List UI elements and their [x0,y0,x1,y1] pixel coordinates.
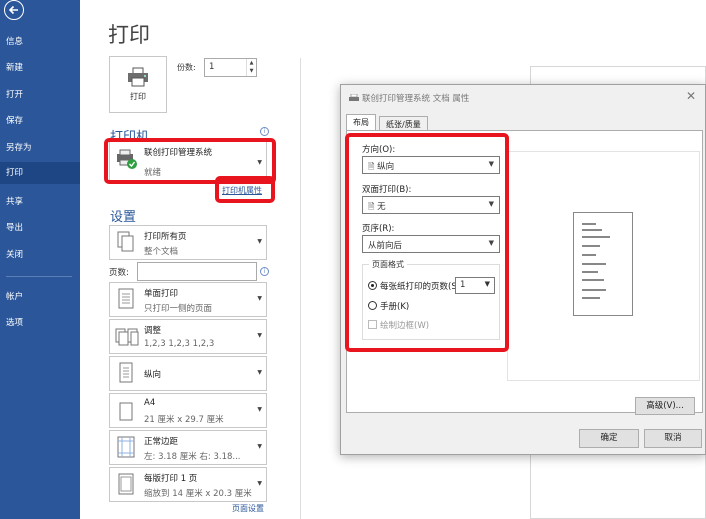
nav-item-share[interactable]: 共享 [0,191,80,213]
sides-main: 单面打印 [144,289,179,299]
orientation-main: 纵向 [144,370,162,380]
copies-value: 1 [209,62,215,72]
sides-sub: 只打印一侧的页面 [144,304,213,314]
collate-sub: 1,2,3 1,2,3 1,2,3 [144,339,215,349]
preview-line [582,236,610,238]
paper-size-sub: 21 厘米 x 29.7 厘米 [144,415,224,425]
info-icon[interactable]: i [260,127,269,136]
chevron-down-icon: ▼ [257,406,262,413]
backstage-nav: 信息 新建 打开 保存 另存为 打印 共享 导出 关闭 帐户 选项 [0,0,80,519]
copies-label: 份数: [177,63,196,72]
printer-icon [349,93,359,101]
settings-heading: 设置 [110,210,137,225]
chevron-down-icon: ▼ [257,295,262,302]
back-button[interactable] [4,0,24,20]
print-range-select[interactable]: 打印所有页 整个文档 ▼ [109,225,267,260]
nav-item-account[interactable]: 帐户 [0,286,80,308]
pages-per-sheet-select[interactable]: 每版打印 1 页 缩放到 14 厘米 x 20.3 厘米 ▼ [109,467,267,502]
paper-size-select[interactable]: A4 21 厘米 x 29.7 厘米 ▼ [109,393,267,428]
nav-divider [6,276,72,277]
tab-paper-quality[interactable]: 纸张/质量 [379,116,428,131]
cancel-button[interactable]: 取消 [644,429,702,448]
nav-item-close[interactable]: 关闭 [0,244,80,266]
pages-icon [117,231,134,252]
single-sided-icon [118,288,134,309]
highlight-dialog-fields [345,133,509,352]
dialog-title: 联创打印管理系统 文档 属性 [362,94,470,104]
printer-icon [128,67,148,87]
page-title: 打印 [108,23,150,47]
preview-line [582,245,600,247]
preview-line [582,263,606,265]
pages-input[interactable] [137,262,257,281]
highlight-printer-properties [215,176,275,203]
preview-line [582,229,602,231]
nav-item-save[interactable]: 保存 [0,110,80,132]
preview-line [582,297,600,299]
preview-line [582,223,596,225]
print-range-sub: 整个文档 [144,247,179,257]
pages-label: 页数: [109,268,129,278]
page-setup-link[interactable]: 页面设置 [232,503,264,514]
print-range-main: 打印所有页 [144,232,187,242]
nav-item-save-as[interactable]: 另存为 [0,137,80,159]
collate-main: 调整 [144,326,162,336]
chevron-down-icon: ▼ [257,443,262,450]
paper-icon [119,402,133,421]
preview-line [582,254,596,256]
chevron-down-icon: ▼ [257,238,262,245]
nav-item-new[interactable]: 新建 [0,57,80,79]
print-button-label: 打印 [130,92,146,101]
nav-item-options[interactable]: 选项 [0,312,80,334]
nav-item-export[interactable]: 导出 [0,217,80,239]
ok-button[interactable]: 确定 [579,429,639,448]
print-button[interactable]: 打印 [109,56,167,113]
margins-select[interactable]: 正常边距 左: 3.18 厘米 右: 3.18... ▼ [109,430,267,465]
margins-icon [117,436,135,458]
margins-sub: 左: 3.18 厘米 右: 3.18... [144,452,241,462]
collate-select[interactable]: 调整 1,2,3 1,2,3 1,2,3 ▼ [109,319,267,354]
preview-line [582,289,606,291]
pane-divider [300,58,301,519]
pages-per-sheet-sub: 缩放到 14 厘米 x 20.3 厘米 [144,489,252,499]
orientation-select[interactable]: 纵向 ▼ [109,356,267,391]
copies-input[interactable]: 1 ▲ ▼ [204,58,257,77]
layout-preview [507,151,700,381]
nav-item-info[interactable]: 信息 [0,31,80,53]
preview-line [582,271,598,273]
chevron-down-icon: ▼ [257,480,262,487]
pages-per-sheet-icon [118,473,134,495]
paper-size-main: A4 [144,398,156,408]
sides-select[interactable]: 单面打印 只打印一侧的页面 ▼ [109,282,267,317]
arrow-left-icon [8,5,18,15]
info-icon[interactable]: i [260,267,269,276]
margins-main: 正常边距 [144,437,179,447]
portrait-icon [119,362,133,383]
nav-item-print[interactable]: 打印 [0,162,80,184]
pages-per-sheet-main: 每版打印 1 页 [144,474,198,484]
close-icon[interactable]: ✕ [686,89,696,103]
nav-item-open[interactable]: 打开 [0,84,80,106]
layout-preview-page [573,212,633,316]
copies-spinner[interactable]: ▲ ▼ [246,59,256,76]
tab-layout[interactable]: 布局 [346,114,376,131]
collate-icon [115,328,139,346]
dialog-title-bar: 联创打印管理系统 文档 属性 [349,92,469,104]
chevron-down-icon: ▼ [257,332,262,339]
chevron-down-icon: ▼ [257,369,262,376]
preview-line [582,279,604,281]
advanced-button[interactable]: 高级(V)... [635,397,695,415]
